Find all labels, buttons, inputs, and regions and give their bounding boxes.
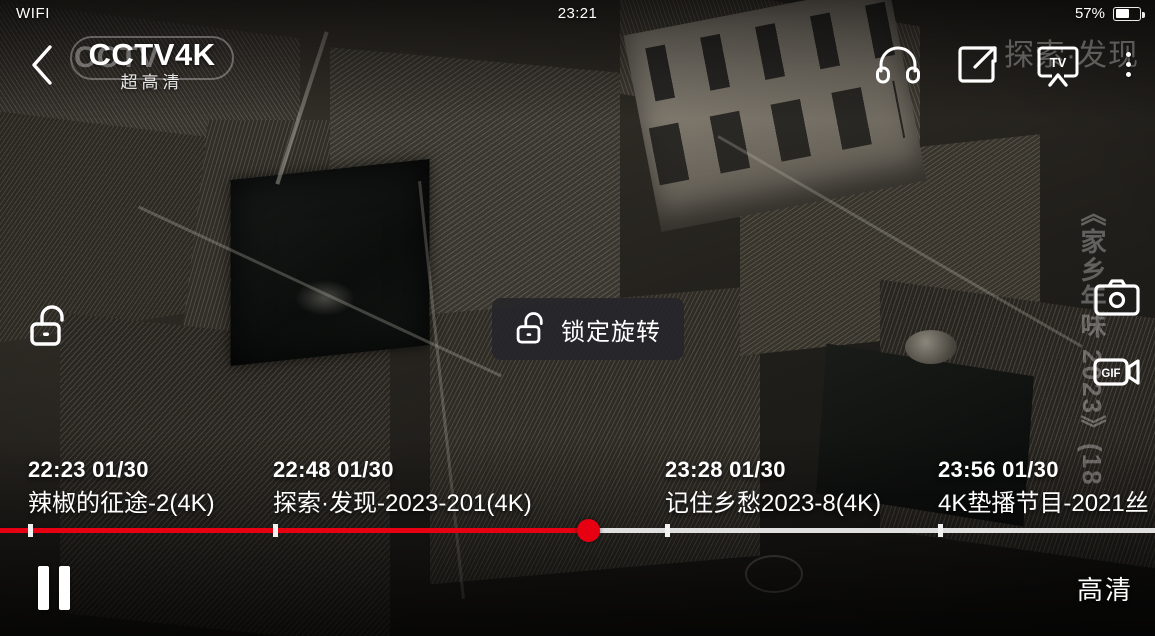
timeline-tick	[273, 524, 278, 537]
channel-subtitle: 超高清	[120, 72, 184, 92]
unlock-icon	[30, 305, 64, 346]
screenshot-button[interactable]	[1093, 276, 1141, 320]
top-actions: TV	[875, 42, 1155, 88]
svg-text:TV: TV	[1050, 55, 1067, 70]
timeline-played	[0, 528, 588, 533]
epg-program-title: 辣椒的征途-2(4K)	[28, 489, 215, 517]
epg-program-title: 探索·发现-2023-201(4K)	[273, 489, 532, 517]
rotation-lock-button[interactable]	[24, 303, 76, 351]
epg-program-time: 22:23 01/30	[28, 457, 149, 482]
player-bottom-bar: 高清	[0, 540, 1155, 636]
chevron-left-icon	[32, 44, 52, 85]
share-button[interactable]	[955, 42, 1001, 88]
svg-text:GIF: GIF	[1101, 368, 1120, 380]
quality-selector[interactable]: 高清	[1077, 570, 1133, 607]
epg-program-time: 22:48 01/30	[273, 457, 394, 482]
share-icon	[958, 45, 997, 83]
headphones-icon	[876, 46, 920, 83]
timeline-tick	[665, 524, 670, 537]
cast-button[interactable]: TV	[1035, 42, 1081, 88]
camera-icon	[1094, 279, 1140, 316]
more-vertical-icon	[1125, 72, 1131, 77]
channel-name: CCTV4K	[88, 36, 216, 72]
timeline-playhead[interactable]	[577, 519, 600, 542]
play-pause-button[interactable]	[26, 560, 82, 616]
epg-program[interactable]: 23:28 01/30 记住乡愁2023-8(4K)	[665, 456, 881, 519]
battery-icon	[1113, 6, 1145, 21]
timeline-scrubber[interactable]	[0, 519, 1155, 542]
epg-program[interactable]: 22:48 01/30 探索·发现-2023-201(4K)	[273, 456, 532, 519]
timeline-tick	[938, 524, 943, 537]
more-vertical-icon	[1125, 62, 1131, 67]
epg-program-title: 记住乡愁2023-8(4K)	[665, 489, 882, 517]
channel-logo: CCTV4K 超高清 CCTV	[70, 35, 234, 92]
epg-program-time: 23:56 01/30	[938, 457, 1059, 482]
gif-record-icon: GIF	[1093, 358, 1140, 386]
gif-record-button[interactable]: GIF	[1093, 350, 1141, 394]
pause-icon	[38, 566, 49, 610]
more-options-button[interactable]	[1115, 42, 1141, 88]
status-clock: 23:21	[557, 5, 598, 22]
epg-program[interactable]: 23:56 01/30 4K垫播节目-2021丝	[938, 456, 1149, 519]
rotation-lock-toast: 锁定旋转	[492, 298, 684, 360]
epg-program-title: 4K垫播节目-2021丝	[938, 489, 1149, 517]
cast-tv-icon: TV	[1037, 46, 1079, 87]
unlock-icon	[516, 312, 543, 344]
epg-program-list: 22:23 01/30 辣椒的征途-2(4K) 22:48 01/30 探索·发现-2…	[0, 456, 1155, 528]
timeline-tick	[28, 524, 33, 537]
toast-label: 锁定旋转	[561, 318, 661, 346]
capture-tools: GIF	[1093, 276, 1141, 394]
headphones-button[interactable]	[875, 42, 921, 88]
more-vertical-icon	[1125, 52, 1131, 57]
video-player-screen: WIFI 23:21 57% 探索·发现 《家乡年味 2023》(18 CCTV…	[0, 0, 1155, 636]
status-bar: WIFI 23:21 57%	[0, 0, 1155, 27]
epg-program-time: 23:28 01/30	[665, 457, 786, 482]
player-top-bar: CCTV4K 超高清 CCTV TV	[0, 27, 1155, 102]
pause-icon	[59, 566, 70, 610]
epg-program[interactable]: 22:23 01/30 辣椒的征途-2(4K)	[28, 456, 215, 519]
back-button[interactable]	[16, 39, 68, 91]
